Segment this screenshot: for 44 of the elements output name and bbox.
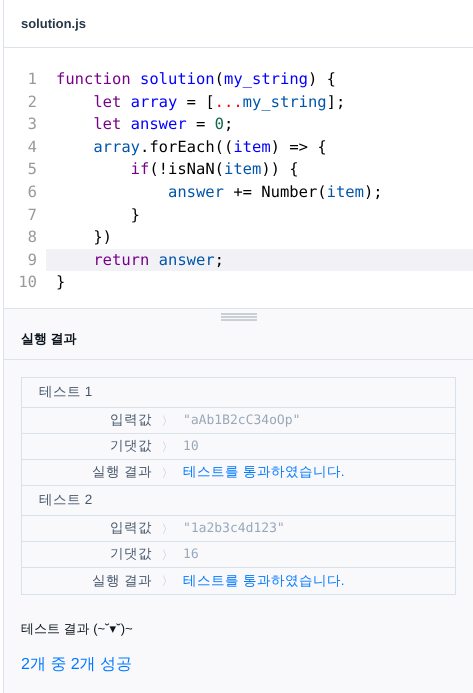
- line-number: 3: [26, 114, 38, 136]
- row-label: 실행 결과: [91, 572, 152, 590]
- test-title: 테스트 1: [39, 383, 92, 402]
- separator-icon: 〉: [152, 520, 183, 538]
- summary-title: 테스트 결과 (~˘▾˘)~: [21, 620, 134, 638]
- test-title: 테스트 2: [39, 491, 92, 510]
- separator-icon: 〉: [152, 464, 183, 482]
- code-line: answer += Number(item);: [166, 182, 384, 203]
- code-line: function solution(my_string) {: [55, 69, 337, 90]
- summary-result: 2개 중 2개 성공: [21, 654, 134, 674]
- code-line: let answer = 0;: [92, 114, 234, 136]
- result-message: 테스트를 통과하였습니다.: [183, 463, 345, 482]
- separator-icon: 〉: [152, 546, 183, 564]
- file-tab-title[interactable]: solution.js: [21, 14, 86, 34]
- row-value: 10: [183, 438, 199, 456]
- row-label: 입력값: [109, 411, 152, 430]
- resize-handle-icon[interactable]: [220, 313, 256, 321]
- separator-icon: 〉: [152, 438, 183, 456]
- code-line: }): [92, 227, 113, 248]
- separator-icon: 〉: [152, 572, 183, 590]
- results-title: 실행 결과: [21, 330, 77, 348]
- code-line: let array = [...my_string];: [92, 92, 346, 113]
- separator-icon: 〉: [152, 412, 183, 430]
- code-line: }: [55, 272, 66, 294]
- row-value: "1a2b3c4d123": [183, 520, 285, 538]
- row-label: 실행 결과: [91, 463, 152, 482]
- row-value: 16: [183, 546, 199, 564]
- line-number: 10: [17, 272, 38, 294]
- row-value: "aAb1B2cC34oOp": [183, 412, 300, 430]
- line-number: 1: [26, 69, 38, 90]
- code-line: if(!isNaN(item)) {: [130, 159, 300, 180]
- line-number: 9: [26, 250, 38, 271]
- line-number: 6: [26, 182, 38, 203]
- line-number: 4: [26, 136, 38, 158]
- line-number: 7: [26, 204, 38, 226]
- line-number: 8: [26, 227, 38, 248]
- row-label: 입력값: [109, 519, 152, 538]
- row-label: 기댓값: [109, 437, 152, 456]
- code-line: array.forEach((item) => {: [92, 136, 328, 158]
- code-line: }: [130, 204, 141, 226]
- line-number: 2: [26, 92, 38, 113]
- row-label: 기댓값: [109, 545, 152, 564]
- line-number: 5: [26, 159, 38, 180]
- result-message: 테스트를 통과하였습니다.: [183, 572, 345, 590]
